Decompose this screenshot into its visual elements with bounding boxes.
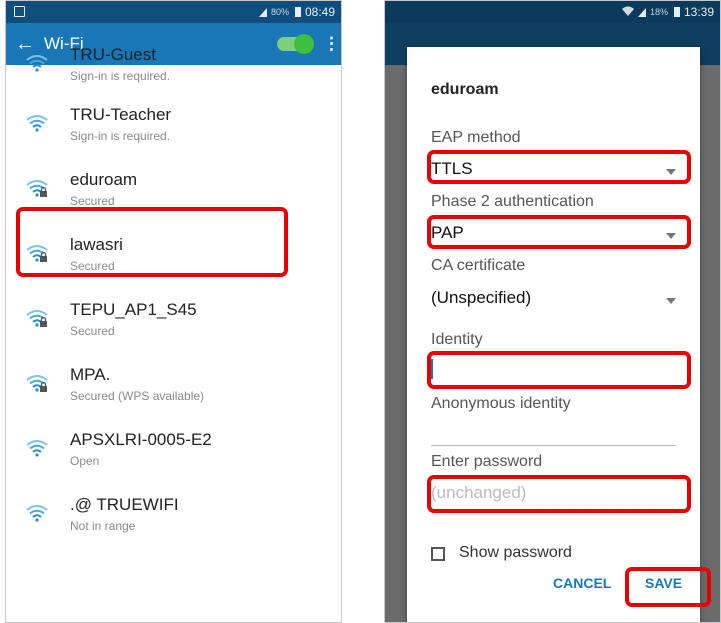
identity-input[interactable]: [431, 359, 671, 383]
eap-method-select[interactable]: TTLS: [431, 159, 473, 179]
identity-label: Identity: [431, 331, 483, 348]
signal-icon-right: [637, 7, 646, 17]
ca-cert-select[interactable]: (Unspecified): [431, 288, 531, 308]
battery-icon: [294, 7, 301, 17]
network-ssid: MPA.: [70, 365, 111, 384]
wifi-icon: [26, 505, 48, 523]
network-status: Not in range: [70, 519, 136, 533]
wifi-locked-icon: [26, 310, 48, 328]
status-time-right: 13:39: [683, 5, 714, 19]
network-status: Secured: [70, 194, 115, 208]
eduroam-config-screen: 18% 13:39 eduroam EAP method TTLS Phase …: [384, 0, 721, 623]
wifi-network-item[interactable]: TRU-Guest Sign-in is required.: [6, 35, 341, 95]
eap-method-label: EAP method: [431, 129, 521, 146]
wifi-locked-icon: [26, 245, 48, 263]
network-ssid: TRU-Guest: [70, 45, 156, 64]
wifi-network-item[interactable]: eduroam Secured: [6, 160, 341, 220]
network-status: Secured: [70, 324, 115, 338]
wifi-icon: [26, 115, 48, 133]
battery-percent-right: 18%: [649, 7, 668, 17]
cancel-button[interactable]: CANCEL: [553, 575, 611, 591]
ca-cert-label: CA certificate: [431, 257, 526, 274]
phase2-dropdown-icon[interactable]: [666, 233, 676, 239]
wifi-locked-icon: [26, 180, 48, 198]
signal-icon: [258, 7, 267, 17]
battery-icon-right: [673, 7, 680, 17]
wifi-network-item[interactable]: APSXLRI-0005-E2 Open: [6, 420, 341, 480]
network-ssid: lawasri: [70, 235, 123, 254]
screenshot-icon: [14, 6, 25, 17]
wifi-icon: [26, 440, 48, 458]
wifi-status-icon: [621, 5, 634, 19]
password-input[interactable]: (unchanged): [431, 483, 526, 503]
wifi-settings-screen: 80% 08:49 ← Wi-Fi ⋮ TRU-Guest Sign-in is …: [5, 0, 342, 623]
network-ssid: eduroam: [70, 170, 138, 189]
password-label: Enter password: [431, 453, 543, 470]
eap-dropdown-icon[interactable]: [666, 169, 676, 175]
wifi-network-item[interactable]: .@ TRUEWIFI Not in range: [6, 485, 341, 545]
network-status: Secured: [70, 259, 115, 273]
network-status: Sign-in is required.: [70, 69, 171, 83]
show-password-label: Show password: [459, 544, 572, 561]
network-status: Sign-in is required.: [70, 129, 171, 143]
battery-percent: 80%: [270, 7, 289, 17]
network-status: Open: [70, 454, 100, 468]
text-cursor: [431, 359, 433, 379]
network-ssid: TRU-Teacher: [70, 105, 172, 124]
phase2-label: Phase 2 authentication: [431, 193, 594, 210]
dialog-title: eduroam: [431, 81, 499, 98]
wifi-locked-icon: [26, 375, 48, 393]
network-ssid: TEPU_AP1_S45: [70, 300, 197, 319]
anonymous-identity-label: Anonymous identity: [431, 395, 571, 412]
wifi-network-item[interactable]: MPA. Secured (WPS available): [6, 355, 341, 415]
wifi-network-item[interactable]: TRU-Teacher Sign-in is required.: [6, 95, 341, 155]
ca-dropdown-icon[interactable]: [666, 298, 676, 304]
anonymous-identity-input[interactable]: [431, 445, 676, 446]
network-ssid: APSXLRI-0005-E2: [70, 430, 212, 449]
network-ssid: .@ TRUEWIFI: [70, 495, 179, 514]
network-config-dialog: eduroam EAP method TTLS Phase 2 authenti…: [407, 47, 700, 622]
phase2-select[interactable]: PAP: [431, 223, 464, 243]
wifi-network-item[interactable]: TEPU_AP1_S45 Secured: [6, 290, 341, 350]
network-status: Secured (WPS available): [70, 389, 205, 403]
save-button[interactable]: SAVE: [645, 575, 682, 591]
wifi-icon: [26, 55, 48, 73]
status-bar: 80% 08:49: [6, 1, 341, 23]
status-time: 08:49: [304, 5, 335, 19]
show-password-checkbox[interactable]: [431, 547, 445, 561]
wifi-network-item[interactable]: lawasri Secured: [6, 225, 341, 285]
status-bar-right: 18% 13:39: [385, 1, 720, 23]
